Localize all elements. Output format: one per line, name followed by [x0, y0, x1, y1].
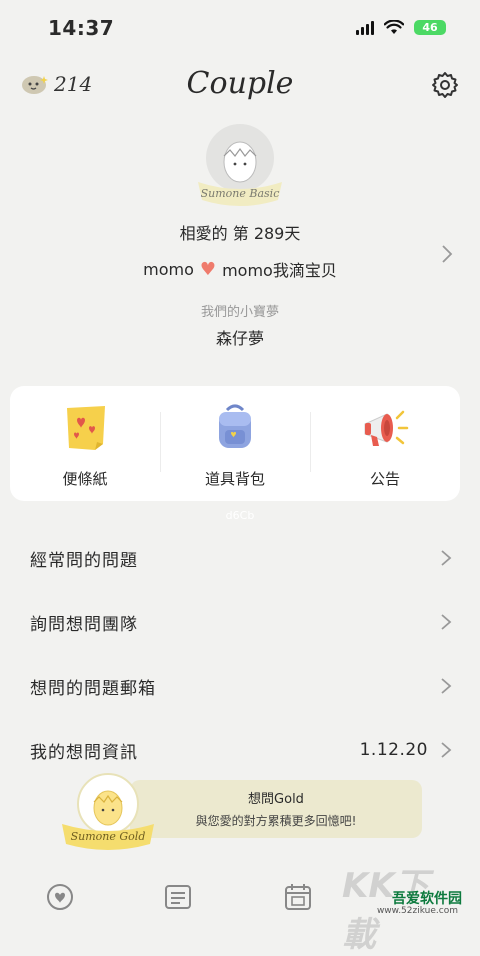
quick-label-announcement: 公告 — [369, 470, 400, 488]
sticky-note-icon — [67, 406, 105, 450]
menu-item-question-mailbox[interactable]: 想問的問題郵箱 — [0, 654, 480, 718]
tab-list-icon[interactable] — [162, 882, 194, 912]
chevron-right-icon — [441, 678, 452, 694]
header: 214 Couple — [0, 60, 480, 108]
app-title: Couple — [186, 66, 294, 101]
promo-subtitle: 與您愛的對方累積更多回憶吧! — [195, 814, 357, 828]
signal-icon — [356, 20, 374, 35]
settings-gear-icon[interactable] — [430, 70, 460, 100]
status-bar: 14:37 46 — [0, 0, 480, 56]
menu-item-faq[interactable]: 經常問的問題 — [0, 526, 480, 590]
sumone-gold-badge: Sumone Gold — [62, 773, 154, 850]
gold-promo-banner[interactable]: 想問Gold 與您愛的對方累積更多回憶吧! — [130, 780, 422, 838]
quick-item-sticky-note[interactable]: 便條紙 — [10, 386, 160, 501]
partner-name-1: momo — [143, 259, 194, 279]
quick-actions-card: 便條紙 道具背包 公告 — [10, 386, 460, 501]
couple-names: momo ♥ momo我滴宝贝 — [0, 257, 480, 281]
menu-label: 我的想問資訊 — [30, 742, 138, 763]
settings-menu: 經常問的問題 詢問想問團隊 想問的問題郵箱 我的想問資訊 1.12.20 — [0, 526, 480, 782]
quick-label-backpack: 道具背包 — [204, 470, 265, 488]
baby-name: 森仔夢 — [215, 329, 264, 348]
gold-badge-text: Sumone Gold — [71, 830, 146, 843]
couple-profile[interactable]: Sumone Basic 相愛的 第 289天 momo ♥ momo我滴宝贝 … — [0, 120, 480, 360]
partner-name-2: momo我滴宝贝 — [222, 261, 337, 280]
badge-text: Sumone Basic — [201, 187, 280, 200]
menu-label: 想問的問題郵箱 — [30, 678, 156, 699]
quick-item-backpack[interactable]: 道具背包 — [160, 386, 310, 501]
quick-label-sticky-note: 便條紙 — [62, 470, 108, 488]
baby-label: 我們的小寶夢 — [200, 305, 279, 320]
relationship-days: 相愛的 第 289天 — [179, 224, 301, 243]
menu-item-contact-team[interactable]: 詢問想問團隊 — [0, 590, 480, 654]
menu-label: 詢問想問團隊 — [30, 614, 138, 635]
chevron-right-icon — [441, 550, 452, 566]
quick-hint-text: d6Cb — [225, 509, 255, 522]
watermark-url: www.52zikue.com — [376, 906, 458, 916]
tab-home-heart-icon[interactable] — [44, 882, 76, 912]
sumone-basic-badge: Sumone Basic — [198, 124, 282, 206]
watermark-site-name: 吾爱软件园 — [392, 891, 462, 907]
tab-calendar-icon[interactable] — [282, 882, 314, 912]
chevron-right-icon[interactable] — [440, 244, 454, 264]
app-version: 1.12.20 — [359, 740, 428, 760]
backpack-icon — [219, 404, 251, 448]
chevron-right-icon — [441, 614, 452, 630]
megaphone-icon — [364, 410, 409, 446]
heart-icon: ♥ — [199, 258, 217, 280]
status-time: 14:37 — [48, 16, 115, 40]
menu-label: 經常問的問題 — [30, 550, 138, 571]
quick-item-announcement[interactable]: 公告 — [310, 386, 460, 501]
promo-title: 想問Gold — [248, 792, 304, 807]
watermark-logo: KK下載 吾爱软件园 www.52zikue.com — [342, 858, 472, 955]
battery-indicator: 46 — [414, 20, 446, 35]
wifi-icon — [384, 20, 404, 34]
chevron-right-icon — [441, 742, 452, 758]
status-icons: 46 — [356, 20, 446, 35]
